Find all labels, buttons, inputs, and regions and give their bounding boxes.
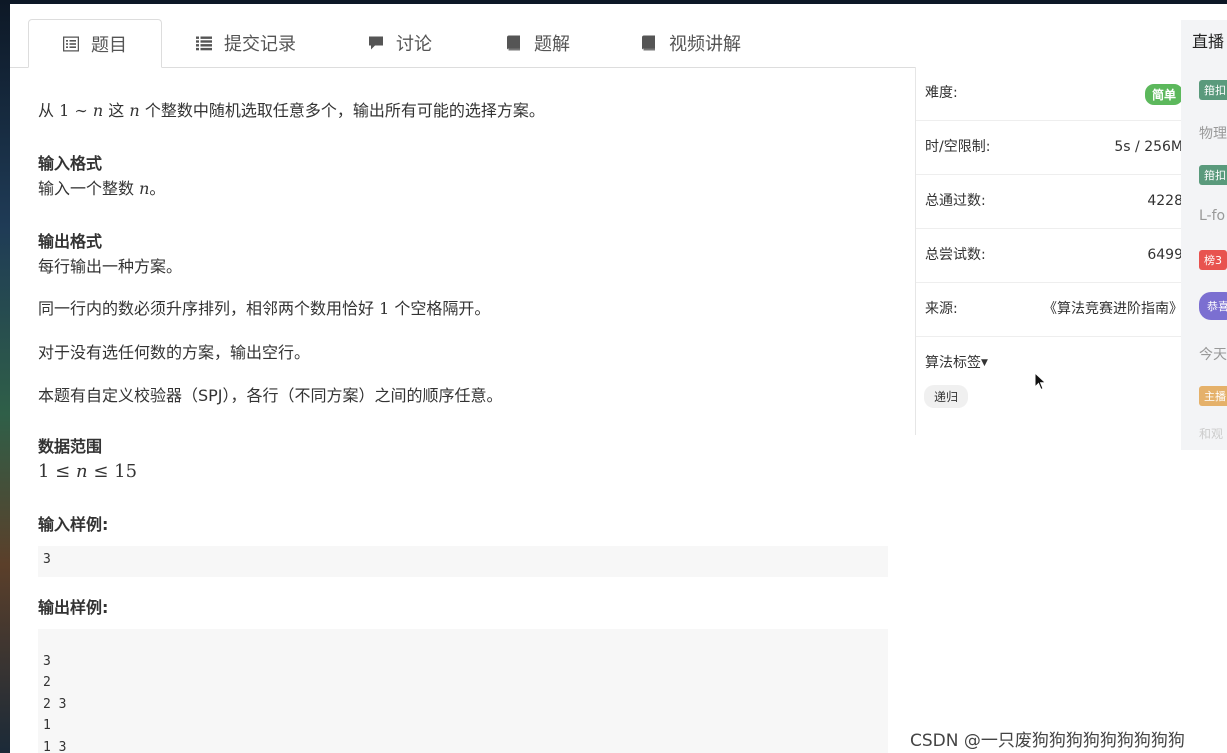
- tab-submissions[interactable]: 提交记录: [162, 19, 312, 67]
- range-var: n: [76, 461, 88, 482]
- difficulty-row: 难度: 简单: [916, 67, 1188, 120]
- problem-description: 从 1 ∼ n 这 n 个整数中随机选取任意多个，输出所有可能的选择方案。: [38, 99, 545, 123]
- tags-label: 算法标签: [925, 355, 981, 371]
- desc-sim: ∼: [74, 101, 88, 120]
- source-row: 来源: 《算法竞赛进阶指南》: [916, 282, 1188, 336]
- output-text: 同一行内的数必须升序排列，相邻两个数用恰好: [38, 299, 375, 318]
- live-chip: 箝扣: [1199, 165, 1227, 185]
- live-panel-title: 直播: [1192, 32, 1225, 51]
- range-text: ≤ 15: [93, 461, 138, 482]
- input-format-text: 输入一个整数 n。: [38, 177, 165, 201]
- pass-value: 4228: [1147, 193, 1183, 209]
- desc-var: n: [92, 101, 104, 120]
- live-text: 今天: [1199, 347, 1227, 363]
- tab-video[interactable]: 视频讲解: [607, 19, 757, 67]
- problem-info-panel: 难度: 简单 时/空限制: 5s / 256M 总通过数: 4228 总尝试数:…: [915, 67, 1188, 435]
- range-text: 1 ≤: [38, 461, 71, 482]
- live-chip: 主播: [1199, 386, 1227, 406]
- tags-toggle[interactable]: 算法标签▼: [925, 352, 988, 372]
- desc-text: 从: [38, 101, 55, 120]
- output-format-line: 本题有自定义校验器（SPJ），各行（不同方案）之间的顺序任意。: [38, 386, 503, 405]
- difficulty-badge: 简单: [1144, 84, 1183, 105]
- tab-problem[interactable]: 题目: [28, 19, 162, 68]
- tab-solutions[interactable]: 题解: [472, 19, 582, 67]
- output-format-line: 同一行内的数必须升序排列，相邻两个数用恰好 1 个空格隔开。: [38, 297, 490, 321]
- live-text: 物理: [1199, 126, 1227, 142]
- limit-label: 时/空限制:: [925, 139, 991, 155]
- sample-input-heading: 输入样例:: [38, 515, 109, 534]
- input-var: n: [139, 179, 150, 198]
- sample-input-line: 3: [43, 552, 51, 567]
- live-text: L-fo: [1199, 208, 1226, 224]
- algorithm-tag[interactable]: 递归: [924, 385, 969, 408]
- data-range-formula: 1 ≤ n ≤ 15: [38, 460, 137, 484]
- tab-bar: 题目 提交记录 讨论 题解 视频讲解: [10, 4, 915, 68]
- tab-label: 题解: [534, 34, 570, 55]
- data-range-heading: 数据范围: [38, 437, 103, 456]
- difficulty-label: 难度:: [925, 85, 958, 101]
- sample-output-line: [38, 629, 888, 651]
- input-text: 输入一个整数: [38, 179, 135, 198]
- book-icon: [642, 35, 655, 51]
- pass-count-row: 总通过数: 4228: [916, 174, 1188, 228]
- desc-text: 这: [108, 101, 125, 120]
- tab-discussion[interactable]: 讨论: [334, 19, 444, 67]
- sample-output-line: 1 3: [43, 739, 67, 753]
- pass-label: 总通过数:: [925, 193, 986, 209]
- tab-label: 视频讲解: [669, 34, 741, 55]
- live-chip: 箝扣: [1199, 80, 1227, 100]
- caret-down-icon: ▼: [981, 358, 988, 368]
- sample-input-block: 3: [38, 546, 888, 577]
- tab-label: 题目: [91, 34, 127, 56]
- input-text: 。: [149, 179, 166, 198]
- problem-content: 从 1 ∼ n 这 n 个整数中随机选取任意多个，输出所有可能的选择方案。 输入…: [38, 67, 898, 753]
- live-chip: 榜3: [1199, 250, 1227, 270]
- tab-label: 讨论: [396, 34, 432, 55]
- book-icon: [507, 35, 520, 51]
- limit-row: 时/空限制: 5s / 256M: [916, 120, 1188, 174]
- list-icon: [196, 36, 212, 51]
- live-panel: 直播 箝扣 物理 箝扣 L-fo 榜3 恭喜 今天 主播 和观: [1181, 20, 1227, 450]
- try-value: 6499: [1147, 247, 1183, 263]
- mouse-cursor-icon: [1034, 372, 1047, 391]
- output-format-heading: 输出格式: [38, 232, 103, 251]
- output-format-line: 每行输出一种方案。: [38, 257, 183, 276]
- sample-output-heading: 输出样例:: [38, 598, 109, 617]
- output-format-line: 对于没有选任何数的方案，输出空行。: [38, 343, 311, 362]
- list-alt-icon: [63, 36, 79, 51]
- sample-output-line: 2: [43, 675, 51, 690]
- source-value[interactable]: 《算法竞赛进阶指南》: [1043, 283, 1183, 336]
- live-chip: 恭喜: [1199, 292, 1227, 320]
- csdn-watermark: CSDN @一只废狗狗狗狗狗狗狗狗狗: [910, 731, 1185, 751]
- sample-output-line: 1: [43, 718, 51, 733]
- input-format-heading: 输入格式: [38, 154, 103, 173]
- live-text: 和观: [1199, 427, 1224, 441]
- try-count-row: 总尝试数: 6499: [916, 228, 1188, 282]
- sample-output-block: 3 2 2 3 1 1 3: [38, 629, 888, 753]
- desc-var: n: [129, 101, 140, 120]
- source-label: 来源:: [925, 301, 958, 317]
- limit-value: 5s / 256M: [1114, 139, 1183, 155]
- desc-text: 个整数中随机选取任意多个，输出所有可能的选择方案。: [144, 101, 545, 120]
- tab-label: 提交记录: [224, 34, 296, 55]
- sample-output-line: 3: [43, 653, 51, 669]
- output-num: 1: [379, 299, 390, 318]
- comment-icon: [369, 36, 383, 50]
- desc-num: 1: [59, 101, 70, 120]
- sample-output-line: 2 3: [43, 696, 67, 712]
- output-text: 个空格隔开。: [394, 299, 491, 318]
- try-label: 总尝试数:: [925, 247, 986, 263]
